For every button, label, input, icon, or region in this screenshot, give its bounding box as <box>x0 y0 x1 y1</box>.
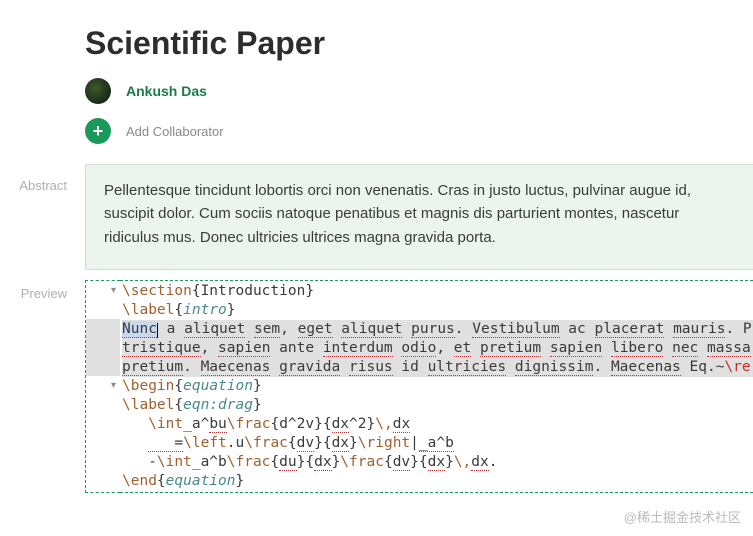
owner-row: Ankush Das <box>85 78 753 104</box>
fold-arrow-icon[interactable]: ▾ <box>86 281 120 300</box>
gutter-line <box>86 433 120 452</box>
code-line[interactable]: \int_a^bu\frac{d^2v}{dx^2}\,dx <box>122 415 753 434</box>
owner-avatar[interactable] <box>85 78 111 104</box>
abstract-text[interactable]: Pellentesque tincidunt lobortis orci non… <box>85 164 753 270</box>
add-collaborator-button[interactable]: + <box>85 118 111 144</box>
gutter-line <box>86 414 120 433</box>
document-header: Scientific Paper Ankush Das + Add Collab… <box>0 0 753 164</box>
gutter-line <box>86 395 120 414</box>
code-line[interactable]: Nunc a aliquet sem, eget aliquet purus. … <box>122 320 753 339</box>
code-line[interactable]: tristique, sapien ante interdum odio, et… <box>122 339 753 358</box>
code-editor[interactable]: ▾▾ \section{Introduction}\label{intro}Nu… <box>85 280 753 493</box>
gutter-line <box>86 319 120 338</box>
fold-arrow-icon[interactable]: ▾ <box>86 376 120 395</box>
add-collaborator-label[interactable]: Add Collaborator <box>126 124 224 139</box>
abstract-label: Abstract <box>0 164 85 270</box>
code-line[interactable]: \section{Introduction} <box>122 282 753 301</box>
watermark: @稀土掘金技术社区 <box>624 507 741 526</box>
gutter-line <box>86 357 120 376</box>
code-line[interactable]: =\left.u\frac{dv}{dx}\right|_a^b <box>122 434 753 453</box>
page-title: Scientific Paper <box>85 25 753 62</box>
editor-gutter[interactable]: ▾▾ <box>85 280 120 493</box>
code-line[interactable]: pretium. Maecenas gravida risus id ultri… <box>122 358 753 377</box>
gutter-line <box>86 338 120 357</box>
editor-code-area[interactable]: \section{Introduction}\label{intro}Nunc … <box>120 280 753 493</box>
code-line[interactable]: \end{equation} <box>122 472 753 491</box>
plus-icon: + <box>93 121 104 142</box>
gutter-line <box>86 300 120 319</box>
code-line[interactable]: -\int_a^b\frac{du}{dx}\frac{dv}{dx}\,dx. <box>122 453 753 472</box>
gutter-line <box>86 471 120 490</box>
code-line[interactable]: \label{eqn:drag} <box>122 396 753 415</box>
code-line[interactable]: \label{intro} <box>122 301 753 320</box>
add-collaborator-row: + Add Collaborator <box>85 118 753 144</box>
editor-section: Preview ▾▾ \section{Introduction}\label{… <box>0 280 753 493</box>
owner-name[interactable]: Ankush Das <box>126 83 207 99</box>
code-line[interactable]: \begin{equation} <box>122 377 753 396</box>
preview-label: Preview <box>0 280 85 493</box>
abstract-section: Abstract Pellentesque tincidunt lobortis… <box>0 164 753 270</box>
gutter-line <box>86 452 120 471</box>
